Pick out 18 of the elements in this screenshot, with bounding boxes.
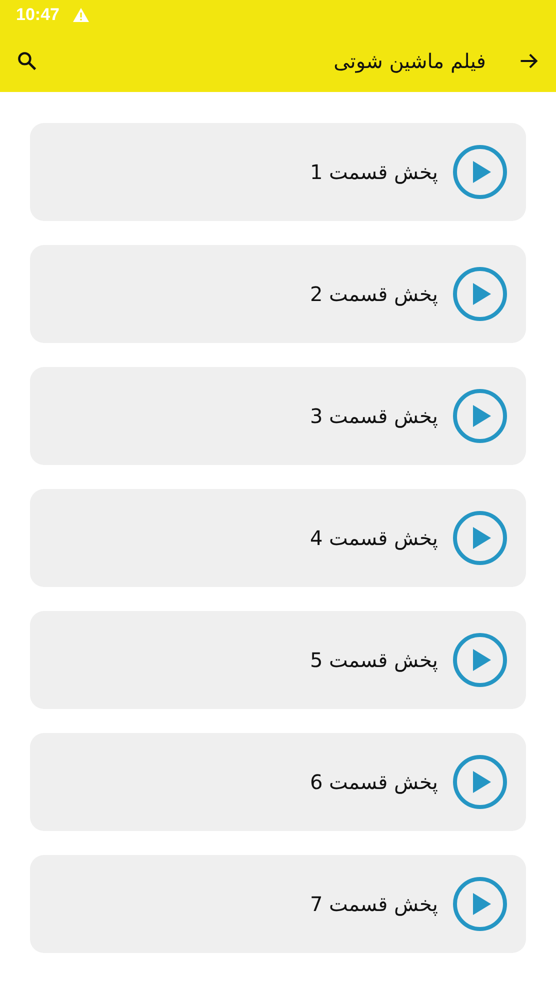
episode-button[interactable]: پخش قسمت 7 [30,855,526,953]
play-icon [452,510,508,566]
status-time: 10:47 [16,5,60,25]
warning-icon [73,8,90,22]
play-icon [452,876,508,932]
search-icon[interactable] [16,50,38,72]
episode-button[interactable]: پخش قسمت 2 [30,245,526,343]
episode-button[interactable]: پخش قسمت 4 [30,489,526,587]
app-title: فیلم ماشین شوتی [332,49,486,73]
play-icon [452,266,508,322]
play-icon [452,144,508,200]
episode-button[interactable]: پخش قسمت 1 [30,123,526,221]
play-icon [452,388,508,444]
episode-button[interactable]: پخش قسمت 5 [30,611,526,709]
episode-button[interactable]: پخش قسمت 6 [30,733,526,831]
episode-button[interactable]: پخش قسمت 3 [30,367,526,465]
play-icon [452,632,508,688]
play-icon [452,754,508,810]
